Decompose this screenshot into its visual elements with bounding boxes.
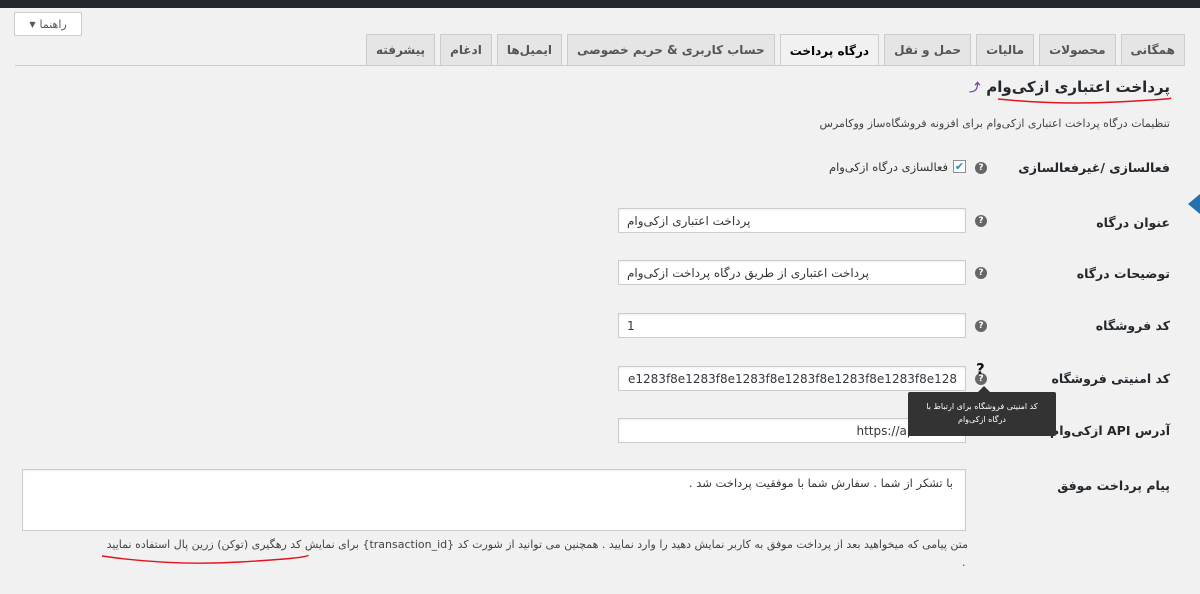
help-tip-icon[interactable]: ? <box>975 215 987 227</box>
help-tip-icon[interactable]: ? <box>975 162 987 174</box>
enable-checkbox-label[interactable]: فعالسازی درگاه ازکی‌وام <box>829 160 948 174</box>
merchant-code-label: کد فروشگاه <box>1095 318 1170 333</box>
tab-advanced[interactable]: پیشرفته <box>365 34 436 65</box>
tab-products[interactable]: محصولات <box>1039 34 1116 65</box>
help-tip-icon[interactable]: ? <box>975 267 987 279</box>
caret-down-icon: ▼ <box>29 19 36 29</box>
security-code-label: کد امنیتی فروشگاه <box>1051 371 1170 386</box>
success-message-note: متن پیامی که میخواهید بعد از پرداخت موفق… <box>106 538 968 551</box>
title-label: عنوان درگاه <box>1096 215 1170 230</box>
enable-checkbox[interactable]: ✔ <box>953 160 966 173</box>
security-code-input[interactable]: e1283f8e1283f8e1283f8e1283f8e1283f8e1283… <box>618 366 966 391</box>
tab-payments[interactable]: درگاه پرداخت <box>779 34 880 66</box>
annotation-underline-title <box>997 97 1172 104</box>
tab-emails[interactable]: ایمیل‌ها <box>496 34 562 65</box>
scroll-handle-icon[interactable] <box>1188 194 1200 214</box>
page-title: پرداخت اعتباری ازکی‌وام <box>986 78 1170 96</box>
gateway-title-input[interactable]: پرداخت اعتباری ازکی‌وام <box>618 208 966 233</box>
settings-tabs: همگانی محصولات مالیات حمل و نقل درگاه پر… <box>365 34 1185 66</box>
help-tab-button[interactable]: راهنما ▼ <box>14 12 82 36</box>
gateway-description-input[interactable]: پرداخت اعتباری از طریق درگاه پرداخت ازکی… <box>618 260 966 285</box>
enable-label: فعالسازی /غیرفعالسازی <box>1018 160 1170 175</box>
annotation-underline-note <box>101 554 309 564</box>
description-label: توضیحات درگاه <box>1076 266 1170 281</box>
tab-integration[interactable]: ادغام <box>440 34 492 65</box>
tab-shipping[interactable]: حمل و نقل <box>884 34 972 65</box>
tab-general[interactable]: همگانی <box>1120 34 1185 65</box>
question-mark-cursor: ? <box>976 360 985 378</box>
success-message-label: پیام پرداخت موفق <box>1057 478 1170 493</box>
help-tooltip: کد امنیتی فروشگاه برای ارتباط با درگاه ا… <box>908 392 1056 436</box>
return-icon[interactable]: ⤴ <box>969 79 980 95</box>
section-heading: پرداخت اعتباری ازکی‌وام ⤴ <box>969 78 1170 96</box>
api-address-label: آدرس API ازکی‌وام <box>1050 423 1170 438</box>
help-tip-icon[interactable]: ? <box>975 320 987 332</box>
tabs-divider <box>15 65 1185 66</box>
merchant-code-input[interactable]: 1 <box>618 313 966 338</box>
success-message-textarea[interactable]: با تشکر از شما . سفارش شما با موفقیت پرد… <box>22 469 966 531</box>
help-label: راهنما <box>39 17 67 31</box>
tab-accounts-privacy[interactable]: حساب کاربری & حریم خصوصی <box>566 34 775 65</box>
tab-tax[interactable]: مالیات <box>976 34 1035 65</box>
note-end-dot: . <box>962 556 966 569</box>
admin-bar <box>0 0 1200 8</box>
section-description: تنظیمات درگاه پرداخت اعتباری ازکی‌وام بر… <box>819 117 1170 130</box>
